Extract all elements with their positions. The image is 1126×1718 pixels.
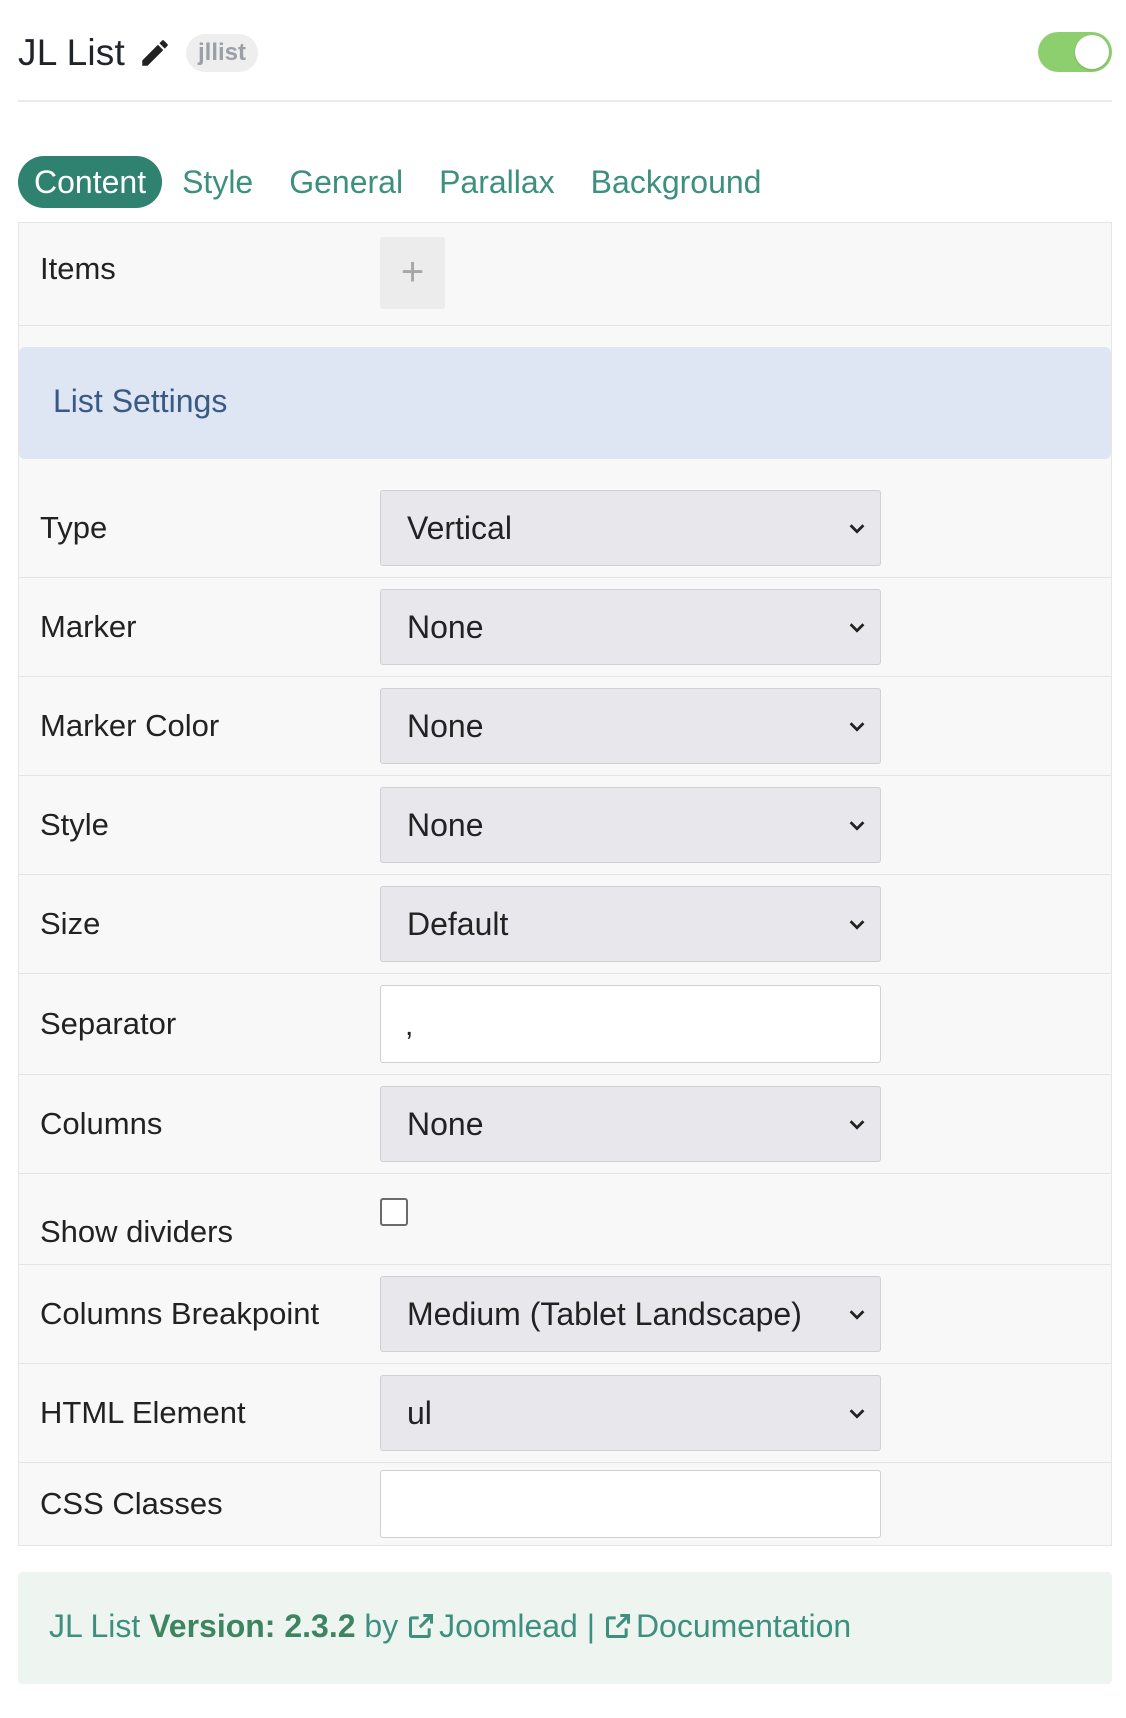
columns-breakpoint-select[interactable]: Medium (Tablet Landscape): [380, 1276, 881, 1352]
footer-separator: |: [586, 1608, 596, 1644]
marker-color-label: Marker Color: [40, 708, 220, 743]
toggle-knob: [1075, 35, 1109, 69]
field-row-css-classes: CSS Classes: [19, 1463, 1111, 1545]
show-dividers-checkbox[interactable]: [380, 1198, 408, 1226]
footer-by: by: [364, 1608, 399, 1644]
field-row-marker: Marker None: [19, 578, 1111, 677]
separator-input[interactable]: ,: [380, 985, 881, 1063]
external-link-icon: [605, 1613, 630, 1639]
type-label: Type: [40, 510, 108, 545]
marker-label: Marker: [40, 609, 137, 644]
footer-name: JL List: [49, 1608, 141, 1644]
field-row-marker-color: Marker Color None: [19, 677, 1111, 776]
items-row: Items +: [19, 223, 1111, 326]
list-settings-header: List Settings: [19, 347, 1111, 459]
size-select[interactable]: Default: [380, 886, 881, 962]
columns-select[interactable]: None: [380, 1086, 881, 1162]
field-row-html-element: HTML Element ul: [19, 1364, 1111, 1463]
marker-value: None: [407, 609, 484, 645]
tab-general[interactable]: General: [273, 156, 419, 208]
style-label: Style: [40, 807, 109, 842]
footer-version: Version: 2.3.2: [149, 1608, 356, 1644]
field-row-size: Size Default: [19, 875, 1111, 974]
tab-background[interactable]: Background: [575, 156, 778, 208]
version-footer: JL List Version: 2.3.2 by Joomlead | Doc…: [18, 1572, 1112, 1684]
columns-label: Columns: [40, 1106, 163, 1141]
chevron-down-icon: [849, 1409, 865, 1419]
size-value: Default: [407, 906, 509, 942]
alias-badge: jllist: [186, 34, 259, 72]
section-title: List Settings: [53, 383, 228, 419]
columns-value: None: [407, 1106, 484, 1142]
field-row-columns-breakpoint: Columns Breakpoint Medium (Tablet Landsc…: [19, 1265, 1111, 1364]
html-element-select[interactable]: ul: [380, 1375, 881, 1451]
css-classes-label: CSS Classes: [40, 1486, 223, 1521]
chevron-down-icon: [849, 821, 865, 831]
chevron-down-icon: [849, 920, 865, 930]
tab-parallax[interactable]: Parallax: [423, 156, 571, 208]
field-row-columns: Columns None: [19, 1075, 1111, 1174]
field-row-show-dividers: Show dividers: [19, 1174, 1111, 1265]
field-row-type: Type Vertical: [19, 479, 1111, 578]
css-classes-input[interactable]: [380, 1470, 881, 1538]
marker-select[interactable]: None: [380, 589, 881, 665]
element-header: JL List jllist: [18, 26, 1112, 102]
content-panel: Items + List Settings Type Vertical Mark…: [18, 222, 1112, 1546]
marker-color-select[interactable]: None: [380, 688, 881, 764]
items-label: Items: [40, 251, 116, 286]
separator-label: Separator: [40, 1006, 177, 1041]
type-value: Vertical: [407, 510, 512, 546]
marker-color-value: None: [407, 708, 484, 744]
tab-content[interactable]: Content: [18, 156, 163, 208]
html-element-value: ul: [407, 1395, 432, 1431]
size-label: Size: [40, 906, 101, 941]
enable-toggle[interactable]: [1038, 32, 1112, 72]
type-select[interactable]: Vertical: [380, 490, 881, 566]
tab-style[interactable]: Style: [166, 156, 269, 208]
footer-text: JL List Version: 2.3.2 by Joomlead | Doc…: [49, 1608, 851, 1645]
chevron-down-icon: [849, 1120, 865, 1130]
documentation-link[interactable]: Documentation: [636, 1608, 851, 1644]
element-title: JL List: [18, 32, 125, 73]
settings-tabs: Content Style General Parallax Backgroun…: [18, 156, 777, 208]
style-value: None: [407, 807, 484, 843]
show-dividers-label: Show dividers: [40, 1214, 233, 1249]
style-select[interactable]: None: [380, 787, 881, 863]
pencil-icon[interactable]: [138, 36, 172, 70]
external-link-icon: [409, 1613, 434, 1639]
field-row-style: Style None: [19, 776, 1111, 875]
chevron-down-icon: [849, 722, 865, 732]
chevron-down-icon: [849, 623, 865, 633]
field-row-separator: Separator ,: [19, 974, 1111, 1075]
columns-breakpoint-value: Medium (Tablet Landscape): [407, 1296, 802, 1332]
chevron-down-icon: [849, 1310, 865, 1320]
joomlead-link[interactable]: Joomlead: [439, 1608, 578, 1644]
chevron-down-icon: [849, 524, 865, 534]
columns-breakpoint-label: Columns Breakpoint: [40, 1296, 320, 1331]
add-item-button[interactable]: +: [380, 237, 445, 309]
html-element-label: HTML Element: [40, 1395, 246, 1430]
